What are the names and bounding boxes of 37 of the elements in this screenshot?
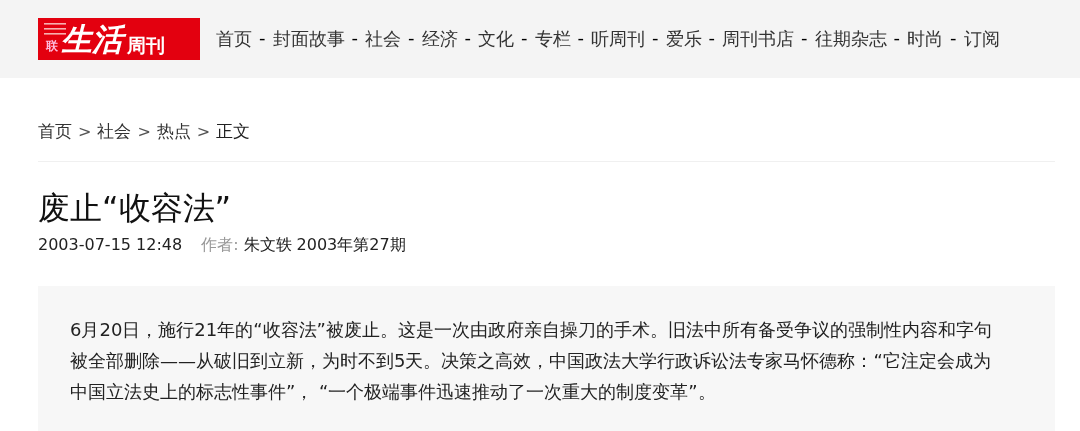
nav-separator: - (893, 27, 900, 50)
nav-link[interactable]: 往期杂志 (814, 27, 887, 51)
nav-separator: - (801, 27, 808, 50)
nav-link[interactable]: 听周刊 (591, 27, 645, 51)
nav-separator: - (577, 27, 584, 50)
breadcrumb-separator: > (137, 121, 151, 141)
breadcrumb-link[interactable]: 热点 (156, 119, 191, 143)
nav-separator: - (464, 27, 471, 50)
nav-link[interactable]: 首页 (216, 27, 252, 51)
breadcrumb-link[interactable]: 首页 (38, 119, 72, 143)
nav-separator: - (408, 27, 415, 50)
breadcrumb-current: 正文 (216, 119, 251, 143)
author-label: 作者: (201, 234, 239, 256)
publish-date: 2003-07-15 12:48 (38, 234, 183, 256)
issue-number: 2003年第27期 (296, 234, 406, 256)
summary-text: 6月20日，施行21年的“收容法”被废止。这是一次由政府亲自操刀的手术。旧法中所有备受争议的强制性内容和字句被全部删除——从破旧到立新，为时不到5天。决策之高效，中国政法大学行政诉讼法专家马怀德称：“它注定会成为中国立法史上的标志性事件”， “一个极端事件迅速推动了一次重大的制度变革”。 (70, 318, 993, 404)
nav-separator: - (259, 27, 266, 50)
nav-link[interactable]: 爱乐 (665, 27, 702, 51)
nav-link[interactable]: 社会 (365, 27, 401, 51)
nav-link[interactable]: 文化 (478, 27, 514, 51)
nav-link[interactable]: 经济 (421, 27, 458, 51)
breadcrumb-link[interactable]: 社会 (97, 119, 132, 143)
logo[interactable]: 联 生活周刊 (38, 18, 200, 60)
nav-link[interactable]: 封面故事 (272, 27, 345, 51)
nav-link[interactable]: 订阅 (963, 27, 1000, 51)
nav-separator: - (950, 27, 957, 50)
article-title: 废止“收容法” (38, 188, 233, 228)
breadcrumb-separator: > (78, 121, 92, 141)
breadcrumb-separator: > (196, 121, 211, 141)
nav-link[interactable]: 周刊书店 (722, 27, 794, 51)
nav-separator: - (708, 27, 715, 50)
nav-separator: - (521, 27, 528, 50)
nav-separator: - (351, 27, 358, 50)
nav-link[interactable]: 专栏 (534, 27, 571, 51)
nav-link[interactable]: 时尚 (907, 27, 943, 51)
author-name: 朱文轶 (243, 234, 292, 256)
nav-separator: - (652, 27, 659, 50)
